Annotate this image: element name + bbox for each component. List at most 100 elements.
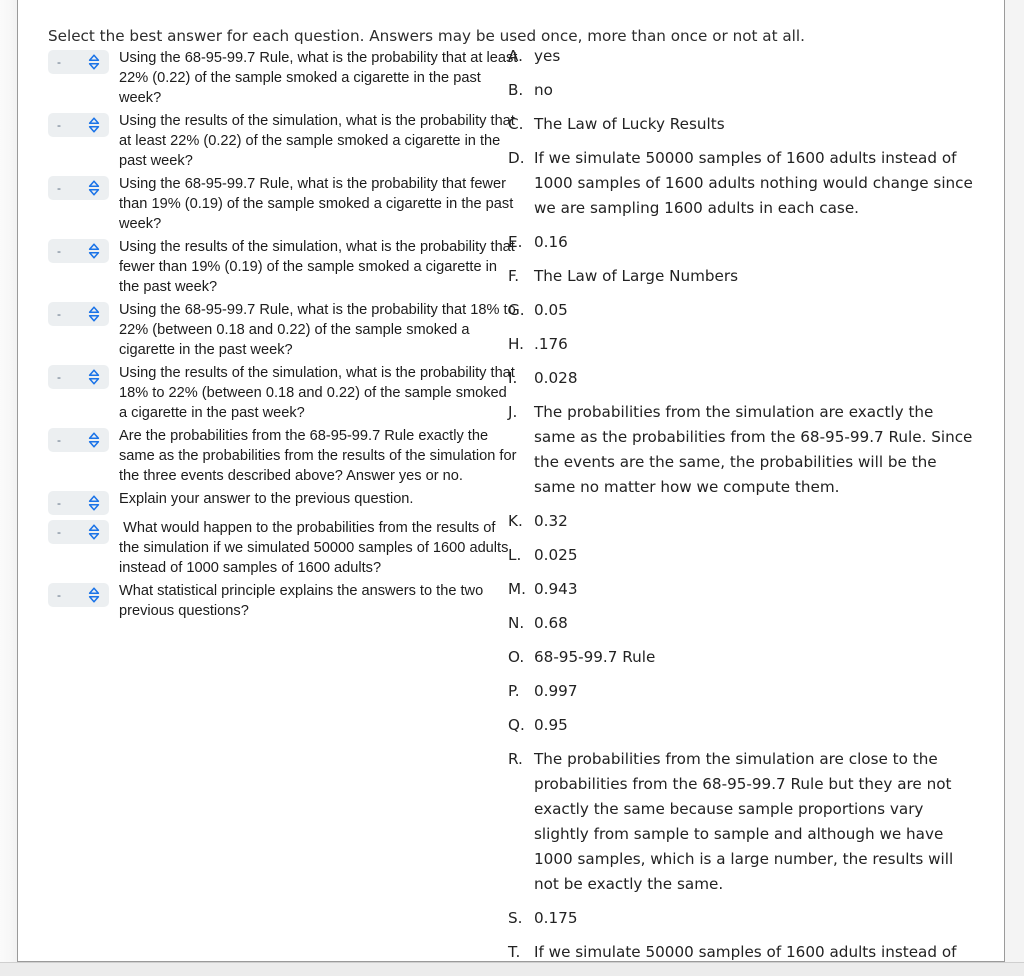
chevron-up-down-icon[interactable] <box>87 243 101 259</box>
left-gutter <box>0 0 17 962</box>
question-text: Explain your answer to the previous ques… <box>119 491 414 507</box>
answer-option: D. If we simulate 50000 samples of 1600 a… <box>508 146 978 221</box>
answer-option-letter: P. <box>508 682 520 700</box>
question-text: What would happen to the probabilities f… <box>119 520 513 576</box>
answer-option-text: 0.175 <box>534 909 578 927</box>
answer-option-letter: T. <box>508 943 521 961</box>
quiz-body: Select the best answer for each question… <box>18 0 1004 961</box>
chevron-up-down-icon[interactable] <box>87 524 101 540</box>
answer-select-q3[interactable]: - <box>48 176 109 200</box>
question-text: Using the results of the simulation, wha… <box>119 239 519 295</box>
answer-option: C. The Law of Lucky Results <box>508 112 978 137</box>
answer-select-value: - <box>57 55 61 69</box>
answer-option: E. 0.16 <box>508 230 978 255</box>
answer-select-wrapper: - <box>48 176 109 200</box>
question-row: - Using the 68-95-99.7 Rule, what is the … <box>48 300 518 360</box>
answer-select-q5[interactable]: - <box>48 302 109 326</box>
answer-option-text: 0.943 <box>534 580 578 598</box>
answer-select-wrapper: - <box>48 113 109 137</box>
answer-option-letter: D. <box>508 149 525 167</box>
chevron-up-down-icon[interactable] <box>87 306 101 322</box>
answer-select-value: - <box>57 588 61 602</box>
answer-select-q1[interactable]: - <box>48 50 109 74</box>
chevron-up-down-icon[interactable] <box>87 495 101 511</box>
question-text: Using the 68-95-99.7 Rule, what is the p… <box>119 302 520 358</box>
answer-select-q2[interactable]: - <box>48 113 109 137</box>
question-row: - What statistical principle explains the… <box>48 581 518 621</box>
screenshot-viewport: Select the best answer for each question… <box>0 0 1024 976</box>
answer-option: O. 68-95-99.7 Rule <box>508 645 978 670</box>
answer-option-text: 68-95-99.7 Rule <box>534 648 656 666</box>
answer-option-text: If we simulate 50000 samples of 1600 adu… <box>534 149 973 217</box>
answer-option-text: 0.997 <box>534 682 578 700</box>
chevron-up-down-icon[interactable] <box>87 432 101 448</box>
question-text: What statistical principle explains the … <box>119 583 488 619</box>
question-text: Are the probabilities from the 68-95-99.… <box>119 428 521 484</box>
answer-option-letter: O. <box>508 648 525 666</box>
answer-option-letter: Q. <box>508 716 525 734</box>
question-text: Using the results of the simulation, wha… <box>119 365 519 421</box>
answer-select-q7[interactable]: - <box>48 428 109 452</box>
answer-select-value: - <box>57 118 61 132</box>
answer-option: I. 0.028 <box>508 366 978 391</box>
question-text: Using the 68-95-99.7 Rule, what is the p… <box>119 50 522 106</box>
chevron-up-down-icon[interactable] <box>87 369 101 385</box>
answer-option-text: The probabilities from the simulation ar… <box>534 403 973 496</box>
answer-select-wrapper: - <box>48 428 109 452</box>
answer-select-q10[interactable]: - <box>48 583 109 607</box>
answer-select-q8[interactable]: - <box>48 491 109 515</box>
answer-select-wrapper: - <box>48 239 109 263</box>
chevron-up-down-icon[interactable] <box>87 54 101 70</box>
chevron-up-down-icon[interactable] <box>87 117 101 133</box>
answer-select-value: - <box>57 525 61 539</box>
question-row: - Are the probabilities from the 68-95-99… <box>48 426 518 486</box>
answer-option-text: yes <box>534 47 561 65</box>
questions-column: - Using the 68-95-99.7 Rule, what is the … <box>48 48 518 624</box>
chevron-up-down-icon[interactable] <box>87 180 101 196</box>
answer-option-text: no <box>534 81 553 99</box>
answer-option-text: 0.16 <box>534 233 568 251</box>
answer-option-letter: C. <box>508 115 524 133</box>
answer-option: B. no <box>508 78 978 103</box>
question-row: - Using the results of the simulation, wh… <box>48 111 518 171</box>
answer-select-q9[interactable]: - <box>48 520 109 544</box>
answer-option-letter: R. <box>508 750 523 768</box>
answer-select-value: - <box>57 370 61 384</box>
answer-select-wrapper: - <box>48 583 109 607</box>
answer-option-letter: F. <box>508 267 520 285</box>
answer-select-value: - <box>57 244 61 258</box>
answer-option: S. 0.175 <box>508 906 978 931</box>
answer-option-text: 0.025 <box>534 546 578 564</box>
answer-select-value: - <box>57 496 61 510</box>
answer-option-text: .176 <box>534 335 568 353</box>
answer-option-letter: S. <box>508 909 523 927</box>
answer-select-value: - <box>57 433 61 447</box>
chevron-up-down-icon[interactable] <box>87 587 101 603</box>
answer-option-text: 0.05 <box>534 301 568 319</box>
question-row: - Using the 68-95-99.7 Rule, what is the … <box>48 174 518 234</box>
answer-option: M. 0.943 <box>508 577 978 602</box>
answer-select-q6[interactable]: - <box>48 365 109 389</box>
question-row: - What would happen to the probabilities… <box>48 518 518 578</box>
answer-option: G. 0.05 <box>508 298 978 323</box>
answer-option-letter: M. <box>508 580 526 598</box>
answer-option: T. If we simulate 50000 samples of 1600 a… <box>508 940 978 961</box>
answer-option: F. The Law of Large Numbers <box>508 264 978 289</box>
answer-option-text: The Law of Large Numbers <box>534 267 739 285</box>
answer-option-text: The probabilities from the simulation ar… <box>534 750 954 893</box>
answer-option-text: 0.95 <box>534 716 568 734</box>
answer-option-letter: G. <box>508 301 525 319</box>
answer-option-text: 0.68 <box>534 614 568 632</box>
answer-option: A. yes <box>508 44 978 69</box>
answer-select-wrapper: - <box>48 520 109 544</box>
answer-option-letter: I. <box>508 369 518 387</box>
answer-option-letter: J. <box>508 403 518 421</box>
answer-select-wrapper: - <box>48 365 109 389</box>
answer-option-letter: B. <box>508 81 524 99</box>
answer-select-wrapper: - <box>48 50 109 74</box>
answer-select-q4[interactable]: - <box>48 239 109 263</box>
answer-option: L. 0.025 <box>508 543 978 568</box>
answer-option: K. 0.32 <box>508 509 978 534</box>
answer-option: J. The probabilities from the simulation … <box>508 400 978 500</box>
question-row: - Using the results of the simulation, wh… <box>48 237 518 297</box>
